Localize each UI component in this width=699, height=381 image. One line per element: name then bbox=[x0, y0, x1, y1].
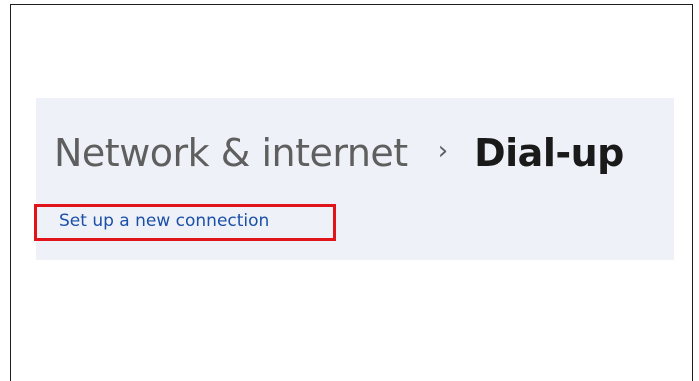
breadcrumb-parent-network-internet[interactable]: Network & internet bbox=[54, 131, 408, 175]
page-title: Dial-up bbox=[474, 131, 624, 175]
chevron-right-icon: › bbox=[437, 136, 449, 166]
set-up-new-connection-link[interactable]: Set up a new connection bbox=[59, 211, 269, 231]
breadcrumb: Network & internet › Dial-up bbox=[54, 126, 624, 180]
